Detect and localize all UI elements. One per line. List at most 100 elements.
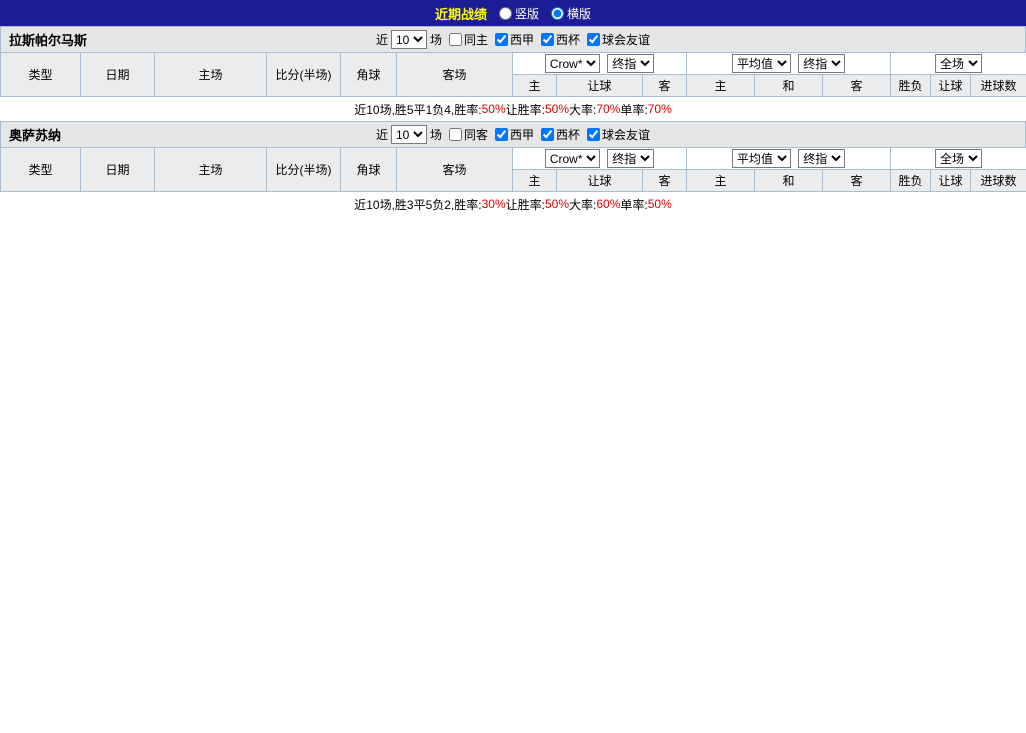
- summary-line: 近10场,胜3平5负2, 胜率: 30% 让胜率: 50% 大率: 60% 单率: 50…: [0, 192, 1026, 216]
- handicap-time-select[interactable]: 终指: [607, 54, 655, 73]
- copa-checkbox[interactable]: [541, 128, 555, 141]
- col-header-corner: 角球: [340, 147, 397, 192]
- sub-header-handicap-result: 让球: [930, 169, 972, 192]
- col-header-score: 比分(半场): [266, 52, 341, 97]
- col-header-score: 比分(半场): [266, 147, 341, 192]
- summary-segment: 70%: [647, 102, 672, 116]
- copa-checkbox[interactable]: [541, 33, 555, 46]
- recent-count-select[interactable]: 10: [390, 30, 427, 49]
- handicap-odds-controls: Crow* 终指: [511, 52, 688, 75]
- scope-select[interactable]: 全场: [935, 54, 983, 73]
- team-name: 拉斯帕尔马斯: [9, 33, 88, 48]
- handicap-odds-controls: Crow* 终指: [511, 147, 688, 170]
- filter-friendly[interactable]: 球会友谊: [583, 31, 650, 48]
- results-table: 类型 日期 主场 比分(半场) 角球 客场 Crow* 终指 平均值 终指 全场: [0, 52, 1026, 97]
- europe-time-select[interactable]: 终指: [798, 149, 846, 168]
- summary-segment: 大率:: [569, 197, 597, 212]
- scope-select[interactable]: 全场: [935, 149, 983, 168]
- sub-header-euro-away: 客: [822, 169, 892, 192]
- sub-header-euro-home: 主: [686, 74, 756, 97]
- vertical-layout-label: 竖版: [514, 6, 539, 21]
- filter-same-away[interactable]: 同客: [445, 126, 488, 143]
- sub-header-goals: 进球数: [970, 169, 1026, 192]
- friendly-checkbox[interactable]: [587, 128, 601, 141]
- summary-segment: 大率:: [569, 102, 597, 117]
- sub-header-handicap-line: 让球: [556, 169, 643, 192]
- friendly-checkbox[interactable]: [587, 33, 601, 46]
- sub-header-goals: 进球数: [970, 74, 1026, 97]
- sub-header-euro-draw: 和: [754, 169, 824, 192]
- sub-header-handicap-home: 主: [512, 74, 557, 97]
- scope-controls: 全场: [890, 52, 1026, 75]
- summary-segment: 单率:: [620, 197, 648, 212]
- filter-bar: 近 10 场 同主 西甲 西杯 球会友谊: [376, 30, 650, 49]
- filter-same-home[interactable]: 同主: [445, 31, 488, 48]
- page-title: 近期战绩: [434, 6, 487, 22]
- summary-segment: 近10场,胜5平1负4,: [354, 102, 455, 117]
- recent-label-pre: 近: [375, 128, 388, 142]
- same-away-checkbox[interactable]: [448, 128, 462, 141]
- europe-source-select[interactable]: 平均值: [731, 149, 791, 168]
- filter-laliga[interactable]: 西甲: [491, 126, 534, 143]
- sub-header-handicap-result: 让球: [930, 74, 972, 97]
- sub-header-handicap-away: 客: [641, 74, 688, 97]
- section-header: 奥萨苏纳 近 10 场 同客 西甲 西杯 球会友谊: [0, 121, 1026, 147]
- filter-copa[interactable]: 西杯: [537, 126, 580, 143]
- section-header: 拉斯帕尔马斯 近 10 场 同主 西甲 西杯 球会友谊: [0, 26, 1026, 52]
- sub-header-handicap-away: 客: [641, 169, 688, 192]
- summary-segment: 胜率:: [454, 197, 482, 212]
- summary-segment: 30%: [481, 197, 506, 211]
- recent-label-post: 场: [429, 128, 442, 142]
- col-header-date: 日期: [80, 147, 155, 192]
- europe-time-select[interactable]: 终指: [798, 54, 846, 73]
- summary-segment: 70%: [596, 102, 621, 116]
- summary-segment: 50%: [647, 197, 672, 211]
- handicap-time-select[interactable]: 终指: [607, 149, 655, 168]
- sub-header-result: 胜负: [890, 169, 932, 192]
- europe-source-select[interactable]: 平均值: [731, 54, 791, 73]
- scope-controls: 全场: [890, 147, 1026, 170]
- same-home-checkbox[interactable]: [448, 33, 462, 46]
- results-table: 类型 日期 主场 比分(半场) 角球 客场 Crow* 终指 平均值 终指 全场: [0, 147, 1026, 192]
- sub-header-result: 胜负: [890, 74, 932, 97]
- header-row-top: 类型 日期 主场 比分(半场) 角球 客场 Crow* 终指 平均值 终指 全场: [0, 52, 1026, 97]
- sub-header-euro-home: 主: [686, 169, 756, 192]
- col-header-away: 客场: [396, 147, 513, 192]
- europe-odds-controls: 平均值 终指: [686, 147, 892, 170]
- topbar: 近期战绩 竖版 横版: [0, 0, 1026, 26]
- horizontal-layout-radio[interactable]: [551, 6, 564, 20]
- summary-segment: 50%: [481, 102, 506, 116]
- team-name: 奥萨苏纳: [9, 128, 62, 143]
- handicap-source-select[interactable]: Crow*: [544, 54, 600, 73]
- handicap-source-select[interactable]: Crow*: [544, 149, 600, 168]
- team-section-las-palmas: 拉斯帕尔马斯 近 10 场 同主 西甲 西杯 球会友谊 类型 日期 主场 比分(…: [0, 26, 1026, 121]
- recent-label-pre: 近: [375, 33, 388, 47]
- col-header-away: 客场: [396, 52, 513, 97]
- layout-option-horizontal[interactable]: 横版: [551, 5, 591, 22]
- filter-friendly[interactable]: 球会友谊: [583, 126, 650, 143]
- sub-header-handicap-line: 让球: [556, 74, 643, 97]
- header-row-top: 类型 日期 主场 比分(半场) 角球 客场 Crow* 终指 平均值 终指 全场: [0, 147, 1026, 192]
- laliga-checkbox[interactable]: [495, 33, 508, 46]
- summary-segment: 让胜率:: [505, 197, 545, 212]
- col-header-home: 主场: [154, 52, 267, 97]
- filter-bar: 近 10 场 同客 西甲 西杯 球会友谊: [376, 125, 650, 144]
- vertical-layout-radio[interactable]: [498, 6, 512, 20]
- summary-segment: 单率:: [620, 102, 648, 117]
- sub-header-euro-draw: 和: [754, 74, 824, 97]
- summary-segment: 60%: [596, 197, 621, 211]
- filter-copa[interactable]: 西杯: [537, 31, 580, 48]
- team-section-osasuna: 奥萨苏纳 近 10 场 同客 西甲 西杯 球会友谊 类型 日期 主场 比分(半场…: [0, 121, 1026, 216]
- summary-segment: 近10场,胜3平5负2,: [354, 197, 455, 212]
- summary-segment: 让胜率:: [505, 102, 545, 117]
- summary-segment: 胜率:: [454, 102, 482, 117]
- summary-segment: 50%: [544, 197, 570, 211]
- recent-count-select[interactable]: 10: [390, 125, 427, 144]
- filter-laliga[interactable]: 西甲: [491, 31, 534, 48]
- col-header-corner: 角球: [340, 52, 397, 97]
- horizontal-layout-label: 横版: [567, 6, 592, 21]
- laliga-checkbox[interactable]: [495, 128, 508, 141]
- layout-option-vertical[interactable]: 竖版: [498, 5, 539, 22]
- recent-label-post: 场: [429, 33, 442, 47]
- col-header-date: 日期: [80, 52, 155, 97]
